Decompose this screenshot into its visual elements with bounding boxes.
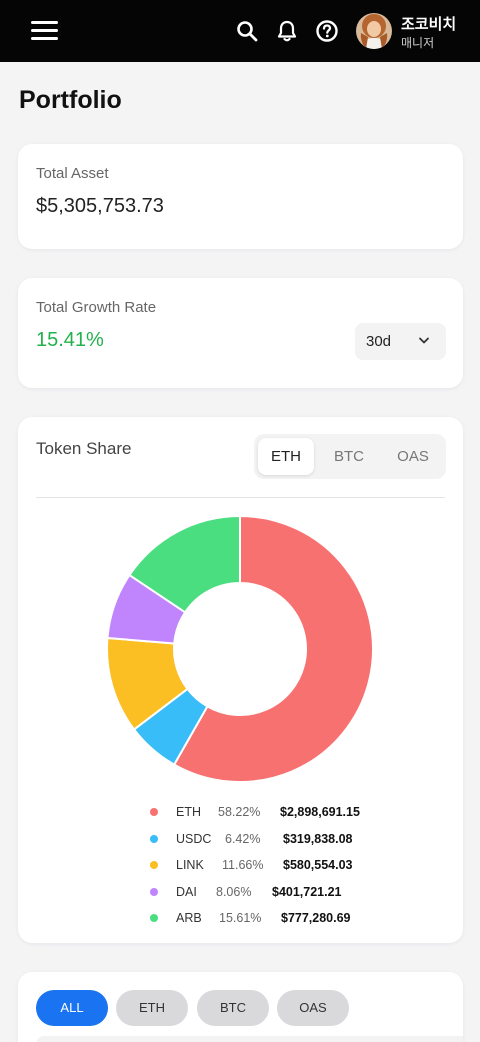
- legend-amount: $580,554.03: [283, 858, 353, 872]
- legend-symbol: USDC: [176, 831, 212, 846]
- divider: [36, 497, 445, 498]
- legend-dot: [150, 861, 158, 869]
- legend-amount: $319,838.08: [283, 831, 353, 846]
- filter-oas-button[interactable]: OAS: [277, 990, 349, 1026]
- top-bar: 조코비치 매니저: [0, 0, 480, 62]
- legend-symbol: ARB: [176, 911, 202, 925]
- period-select-value: 30d: [366, 333, 392, 350]
- tab-btc[interactable]: BTC: [320, 438, 378, 475]
- filter-btc-button[interactable]: BTC: [197, 990, 269, 1026]
- tab-oas[interactable]: OAS: [384, 438, 442, 475]
- user-role: 매니저: [401, 36, 435, 50]
- growth-rate-card: Total Growth Rate 15.41% 30d: [18, 278, 463, 388]
- filter-all-button[interactable]: ALL: [36, 990, 108, 1026]
- legend-symbol: LINK: [176, 858, 204, 872]
- avatar[interactable]: [356, 13, 392, 49]
- chevron-down-icon: [419, 337, 429, 344]
- token-share-tabs: ETH BTC OAS: [254, 434, 446, 479]
- search-icon[interactable]: [235, 19, 259, 43]
- legend-dot: [150, 834, 158, 843]
- legend-percent: 58.22%: [218, 805, 261, 819]
- list-header: [36, 1036, 463, 1042]
- legend-dot: [150, 914, 158, 922]
- legend-percent: 6.42%: [225, 831, 261, 846]
- legend-percent: 8.06%: [216, 884, 252, 899]
- user-name: 조코비치: [401, 16, 457, 33]
- tab-eth[interactable]: ETH: [258, 438, 314, 475]
- total-asset-value: $5,305,753.73: [36, 195, 164, 217]
- filter-eth-button[interactable]: ETH: [116, 990, 188, 1026]
- legend-percent: 11.66%: [222, 858, 264, 872]
- bell-icon[interactable]: [275, 19, 299, 43]
- transactions-card: ALL ETH BTC OAS: [18, 972, 463, 1042]
- menu-icon[interactable]: [31, 21, 58, 41]
- legend-percent: 15.61%: [219, 911, 262, 925]
- legend-amount: $2,898,691.15: [280, 805, 360, 819]
- token-share-title: Token Share: [36, 439, 132, 458]
- legend-amount: $777,280.69: [281, 911, 351, 925]
- total-asset-label: Total Asset: [36, 165, 109, 182]
- legend-symbol: DAI: [176, 884, 197, 899]
- legend-dot: [150, 808, 158, 816]
- total-asset-card: Total Asset $5,305,753.73: [18, 144, 463, 249]
- token-share-donut-chart: [106, 514, 374, 783]
- growth-rate-value: 15.41%: [36, 329, 104, 351]
- growth-rate-label: Total Growth Rate: [36, 299, 157, 316]
- help-icon[interactable]: [315, 19, 339, 43]
- page-title: Portfolio: [19, 86, 122, 114]
- token-share-card: Token Share ETH BTC OAS ETH 58.22% $2,898,…: [18, 417, 463, 943]
- legend-dot: [150, 887, 158, 896]
- legend-amount: $401,721.21: [272, 884, 342, 899]
- legend-symbol: ETH: [176, 805, 201, 819]
- period-select[interactable]: 30d: [355, 323, 446, 360]
